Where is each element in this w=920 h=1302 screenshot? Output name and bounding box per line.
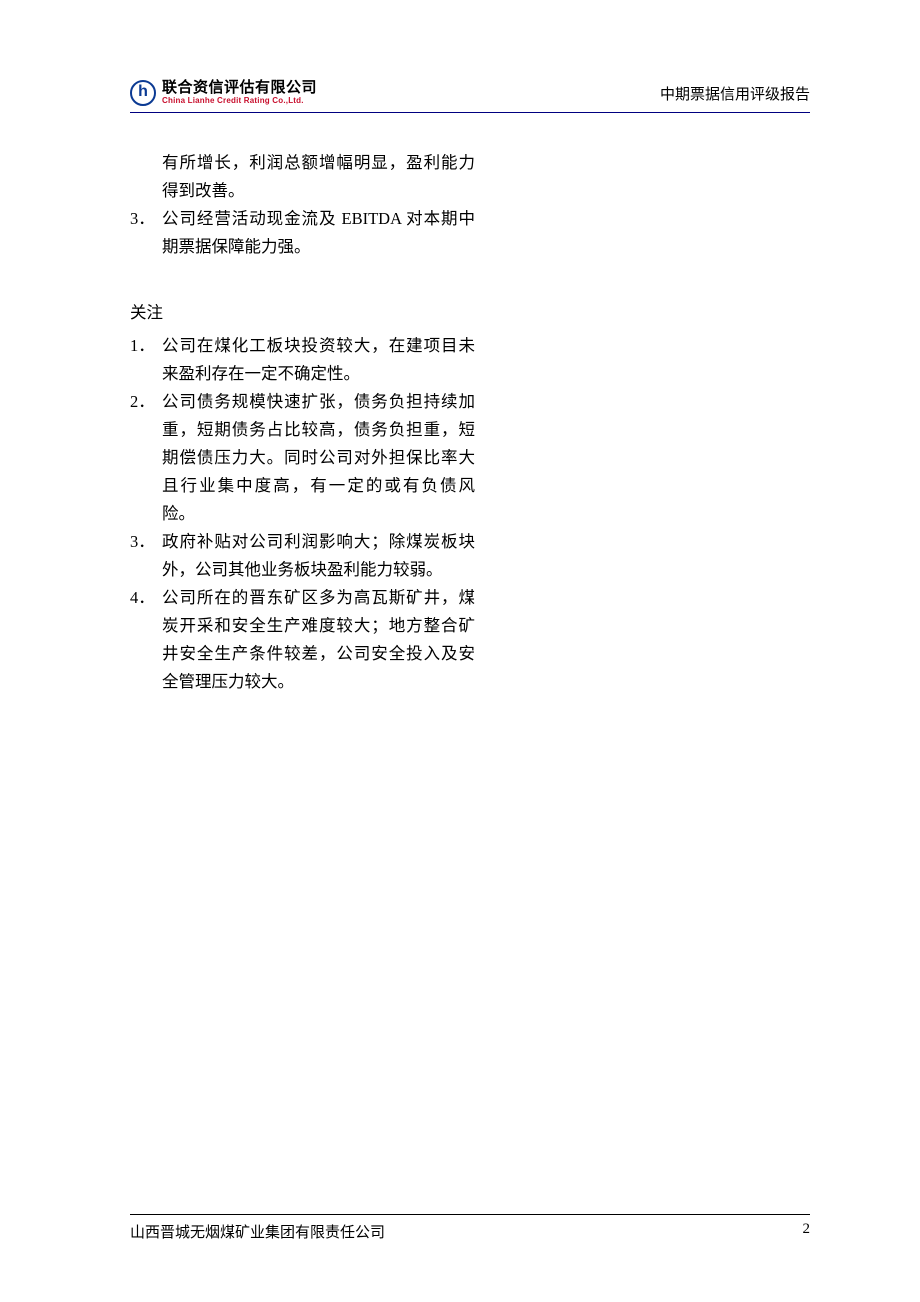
page-number: 2 [803, 1221, 811, 1242]
list-item-text: 公司债务规模快速扩张，债务负担持续加重，短期债务占比较高，债务负担重，短期偿债压… [162, 388, 475, 528]
company-logo-block: 联合资信评估有限公司 China Lianhe Credit Rating Co… [130, 80, 317, 106]
page-header: 联合资信评估有限公司 China Lianhe Credit Rating Co… [130, 80, 810, 113]
list-item: 3． 政府补贴对公司利润影响大；除煤炭板块外，公司其他业务板块盈利能力较弱。 [130, 528, 475, 584]
logo-chinese-name: 联合资信评估有限公司 [162, 80, 317, 97]
list-item: 有所增长，利润总额增幅明显，盈利能力得到改善。 [130, 149, 475, 205]
logo-english-name: China Lianhe Credit Rating Co.,Ltd. [162, 97, 317, 106]
body-content: 有所增长，利润总额增幅明显，盈利能力得到改善。 3． 公司经营活动现金流及 EB… [130, 149, 475, 696]
logo-text: 联合资信评估有限公司 China Lianhe Credit Rating Co… [162, 80, 317, 105]
logo-icon [130, 80, 156, 106]
list-item: 2． 公司债务规模快速扩张，债务负担持续加重，短期债务占比较高，债务负担重，短期… [130, 388, 475, 528]
list-item: 3． 公司经营活动现金流及 EBITDA 对本期中期票据保障能力强。 [130, 205, 475, 261]
document-page: 联合资信评估有限公司 China Lianhe Credit Rating Co… [0, 0, 920, 1302]
section-heading-concerns: 关注 [130, 299, 475, 327]
list-number: 2． [130, 388, 162, 528]
list-number: 1． [130, 332, 162, 388]
list-item-text: 政府补贴对公司利润影响大；除煤炭板块外，公司其他业务板块盈利能力较弱。 [162, 528, 475, 584]
page-footer: 山西晋城无烟煤矿业集团有限责任公司 2 [130, 1214, 810, 1242]
list-item: 4． 公司所在的晋东矿区多为高瓦斯矿井，煤炭开采和安全生产难度较大；地方整合矿井… [130, 584, 475, 696]
list-number: 3． [130, 528, 162, 584]
list-item-text: 公司在煤化工板块投资较大，在建项目未来盈利存在一定不确定性。 [162, 332, 475, 388]
concerns-list: 1． 公司在煤化工板块投资较大，在建项目未来盈利存在一定不确定性。 2． 公司债… [130, 332, 475, 696]
report-title: 中期票据信用评级报告 [660, 83, 810, 106]
list-number: 3． [130, 205, 162, 261]
list-item-text: 公司经营活动现金流及 EBITDA 对本期中期票据保障能力强。 [162, 205, 475, 261]
list-item: 1． 公司在煤化工板块投资较大，在建项目未来盈利存在一定不确定性。 [130, 332, 475, 388]
list-item-text: 有所增长，利润总额增幅明显，盈利能力得到改善。 [162, 153, 475, 200]
footer-company-name: 山西晋城无烟煤矿业集团有限责任公司 [130, 1221, 385, 1242]
list-item-text: 公司所在的晋东矿区多为高瓦斯矿井，煤炭开采和安全生产难度较大；地方整合矿井安全生… [162, 584, 475, 696]
continued-advantages-list: 有所增长，利润总额增幅明显，盈利能力得到改善。 3． 公司经营活动现金流及 EB… [130, 149, 475, 261]
list-number: 4． [130, 584, 162, 696]
